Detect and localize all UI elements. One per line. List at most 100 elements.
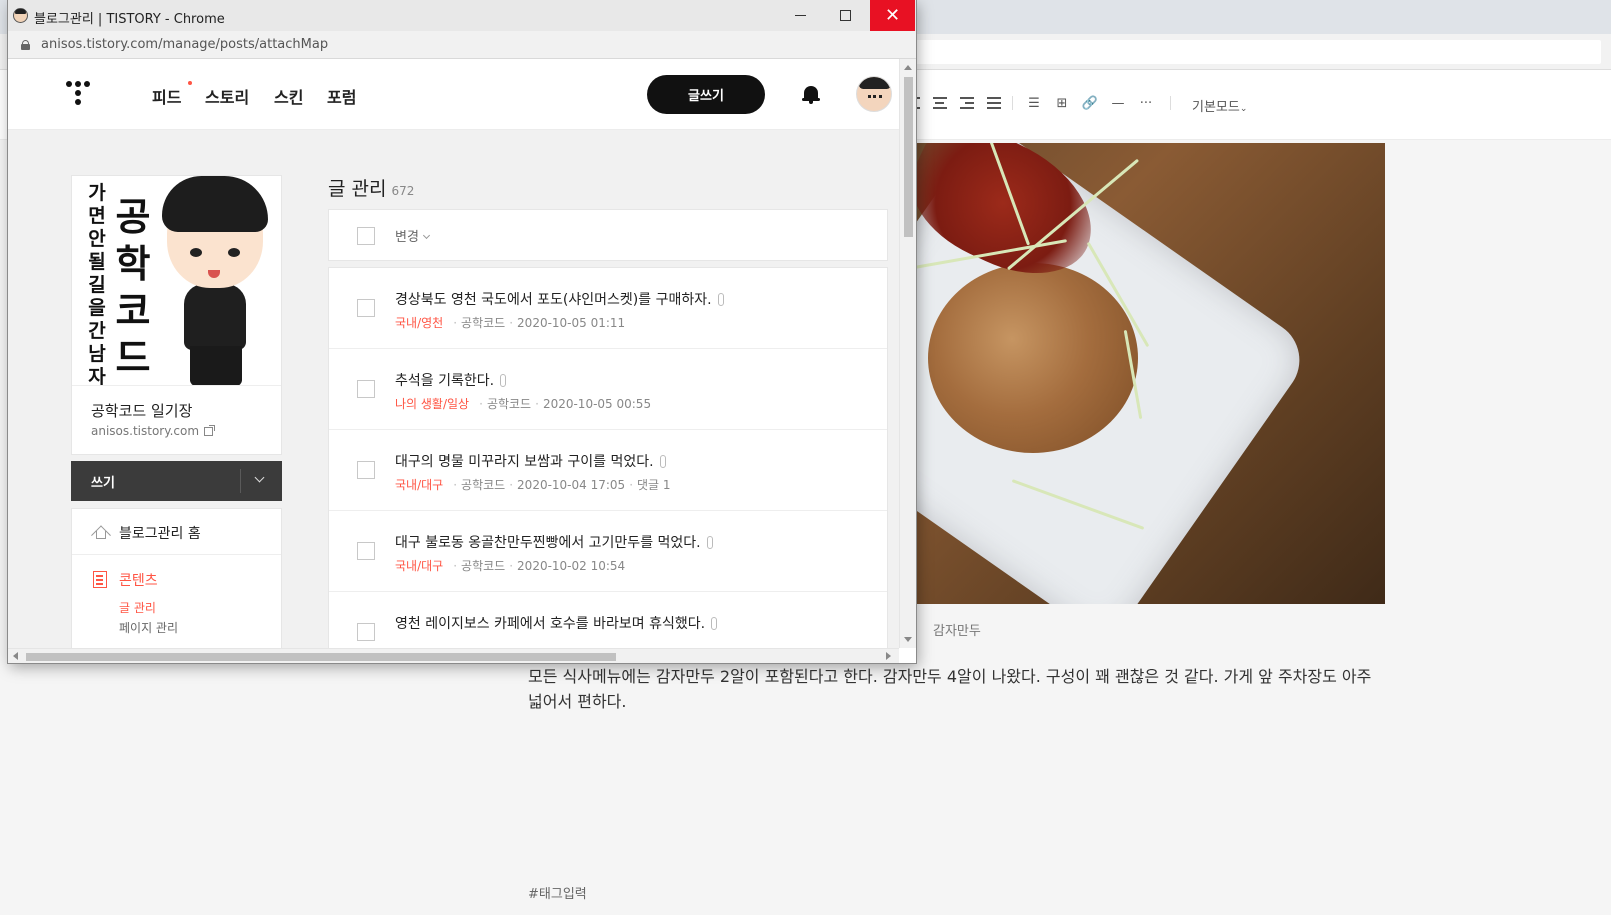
vertical-scrollbar[interactable] xyxy=(899,59,916,648)
page-title: 글 관리 672 xyxy=(328,178,415,200)
sidebar-item-contents[interactable]: 콘텐츠 xyxy=(119,570,158,590)
list-item[interactable]: 추석을 기록한다. 나의 생활/일상 · 공학코드 · 2020-10-05 00:55 xyxy=(329,349,887,430)
horizontal-rule-icon[interactable]: — xyxy=(1110,96,1126,111)
link-icon[interactable]: 🔗 xyxy=(1082,96,1098,111)
post-meta: 국내/영천 · 공학코드 · 2020-10-05 01:11 xyxy=(395,316,626,330)
post-image[interactable] xyxy=(888,143,1385,604)
tag-input[interactable]: #태그입력 xyxy=(528,883,587,902)
page-viewport: 피드 스토리 스킨 포럼 글쓰기 가면안될길을간남자 공학코드 공학코드 일기장 xyxy=(8,59,899,648)
attachment-icon xyxy=(711,617,718,630)
change-dropdown[interactable]: 변경 xyxy=(395,226,430,245)
avatar[interactable] xyxy=(856,76,892,112)
blog-profile-card: 가면안될길을간남자 공학코드 공학코드 일기장 anisos.tistory.c… xyxy=(71,175,282,455)
window-titlebar[interactable]: 블로그관리 | TISTORY - Chrome ✕ xyxy=(8,0,916,31)
align-justify-icon[interactable] xyxy=(986,96,1002,110)
post-category[interactable]: 국내/영천 xyxy=(395,316,443,330)
post-meta: 국내/대구 · 공학코드 · 2020-10-04 17:05 · 댓글 1 xyxy=(395,478,671,492)
post-count: 672 xyxy=(391,184,415,198)
submenu-post-management[interactable]: 글 관리 xyxy=(119,599,156,616)
image-caption[interactable]: 감자만두 xyxy=(933,620,981,639)
chevron-down-icon[interactable] xyxy=(254,472,265,483)
character-hair xyxy=(162,176,268,232)
maximize-button[interactable] xyxy=(823,0,868,31)
post-comments[interactable]: 댓글 1 xyxy=(637,478,671,492)
favicon-icon xyxy=(13,8,28,23)
horizontal-scrollbar[interactable] xyxy=(8,648,899,663)
dumpling xyxy=(928,263,1138,453)
popup-window: 블로그관리 | TISTORY - Chrome ✕ anisos.tistor… xyxy=(8,0,916,663)
scroll-thumb[interactable] xyxy=(904,77,913,237)
post-checkbox[interactable] xyxy=(357,461,375,479)
blog-url-link[interactable]: anisos.tistory.com xyxy=(91,424,216,438)
address-bar[interactable]: anisos.tistory.com/manage/posts/attachMa… xyxy=(8,31,916,59)
post-date: 2020-10-02 10:54 xyxy=(517,559,626,573)
post-author: 공학코드 xyxy=(486,397,532,411)
post-checkbox[interactable] xyxy=(357,542,375,560)
blog-image[interactable]: 가면안될길을간남자 공학코드 xyxy=(72,176,281,386)
post-category[interactable]: 국내/대구 xyxy=(395,559,443,573)
bullet-list-icon[interactable]: ☰ xyxy=(1026,96,1042,111)
align-right-icon[interactable] xyxy=(959,96,975,110)
select-all-checkbox[interactable] xyxy=(357,227,375,245)
window-title: 블로그관리 | TISTORY - Chrome xyxy=(34,12,225,27)
scroll-right-icon[interactable] xyxy=(886,652,891,660)
list-toolbar: 변경 xyxy=(328,209,888,261)
post-title[interactable]: 영천 레이지보스 카페에서 호수를 바라보며 휴식했다. xyxy=(395,613,718,633)
list-item[interactable]: 대구 불로동 옹골찬만두찐빵에서 고기만두를 먹었다. 국내/대구 · 공학코드 · 2… xyxy=(329,511,887,592)
minimize-button[interactable] xyxy=(778,0,823,31)
editor-mode-select[interactable]: 기본모드⌄ xyxy=(1192,96,1247,115)
post-meta: 나의 생활/일상 · 공학코드 · 2020-10-05 00:55 xyxy=(395,397,652,411)
bell-icon[interactable] xyxy=(802,85,820,105)
post-checkbox[interactable] xyxy=(357,299,375,317)
url-text[interactable]: anisos.tistory.com/manage/posts/attachMa… xyxy=(41,37,328,52)
blog-image-subtitle: 가면안될길을간남자 xyxy=(88,182,106,386)
close-button[interactable]: ✕ xyxy=(870,0,915,31)
close-icon: ✕ xyxy=(884,5,901,26)
post-checkbox[interactable] xyxy=(357,623,375,641)
post-body-text[interactable]: 모든 식사메뉴에는 감자만두 2알이 포함된다고 한다. 감자만두 4알이 나왔… xyxy=(528,664,1390,714)
tistory-header: 피드 스토리 스킨 포럼 글쓰기 xyxy=(8,59,899,130)
post-title[interactable]: 추석을 기록한다. xyxy=(395,370,507,390)
post-title[interactable]: 대구 불로동 옹골찬만두찐빵에서 고기만두를 먹었다. xyxy=(395,532,713,552)
list-item[interactable]: 경상북도 영천 국도에서 포도(샤인머스켓)를 구매하자. 국내/영천 · 공학코드… xyxy=(329,268,887,349)
attachment-icon xyxy=(500,374,507,387)
sidebar-menu: 블로그관리 홈 콘텐츠 글 관리 페이지 관리 xyxy=(71,508,282,648)
sidebar-item-home[interactable]: 블로그관리 홈 xyxy=(72,509,281,555)
write-dropdown[interactable]: 쓰기 xyxy=(71,461,282,501)
write-dropdown-label[interactable]: 쓰기 xyxy=(91,472,115,491)
post-meta: 국내/대구 · 공학코드 · 2020-10-02 10:54 xyxy=(395,559,626,573)
table-icon[interactable]: ⊞ xyxy=(1054,96,1070,111)
attachment-icon xyxy=(717,293,724,306)
post-title[interactable]: 대구의 명물 미꾸라지 보쌈과 구이를 먹었다. xyxy=(395,451,666,471)
list-item[interactable]: 대구의 명물 미꾸라지 보쌈과 구이를 먹었다. 국내/대구 · 공학코드 · 2020… xyxy=(329,430,887,511)
submenu-page-management[interactable]: 페이지 관리 xyxy=(119,619,178,636)
tistory-logo-icon[interactable] xyxy=(66,81,94,109)
nav-story[interactable]: 스토리 xyxy=(205,84,249,108)
nav-forum[interactable]: 포럼 xyxy=(327,84,356,108)
character-eye xyxy=(228,248,240,257)
scroll-down-icon[interactable] xyxy=(904,637,912,642)
document-icon xyxy=(93,571,107,588)
more-options-icon[interactable]: ··· xyxy=(1138,96,1154,111)
post-checkbox[interactable] xyxy=(357,380,375,398)
nav-skin[interactable]: 스킨 xyxy=(274,84,303,108)
external-link-icon xyxy=(204,425,216,436)
post-category[interactable]: 나의 생활/일상 xyxy=(395,397,469,411)
post-date: 2020-10-05 00:55 xyxy=(542,397,652,411)
blog-name[interactable]: 공학코드 일기장 xyxy=(91,400,192,421)
post-author: 공학코드 xyxy=(461,478,506,492)
align-center-icon[interactable] xyxy=(932,96,948,110)
post-category[interactable]: 국내/대구 xyxy=(395,478,443,492)
scroll-thumb[interactable] xyxy=(26,653,616,661)
character-body xyxy=(184,284,246,350)
sidebar-item-label: 블로그관리 홈 xyxy=(119,526,201,542)
divider xyxy=(240,469,241,493)
post-title[interactable]: 경상북도 영천 국도에서 포도(샤인머스켓)를 구매하자. xyxy=(395,289,724,309)
write-post-button[interactable]: 글쓰기 xyxy=(647,75,765,114)
post-list: 경상북도 영천 국도에서 포도(샤인머스켓)를 구매하자. 국내/영천 · 공학코드… xyxy=(328,267,888,648)
scroll-up-icon[interactable] xyxy=(904,65,912,70)
list-item[interactable]: 영천 레이지보스 카페에서 호수를 바라보며 휴식했다. xyxy=(329,592,887,648)
lock-icon xyxy=(21,40,30,50)
scroll-left-icon[interactable] xyxy=(13,652,18,660)
nav-feed[interactable]: 피드 xyxy=(152,84,181,108)
